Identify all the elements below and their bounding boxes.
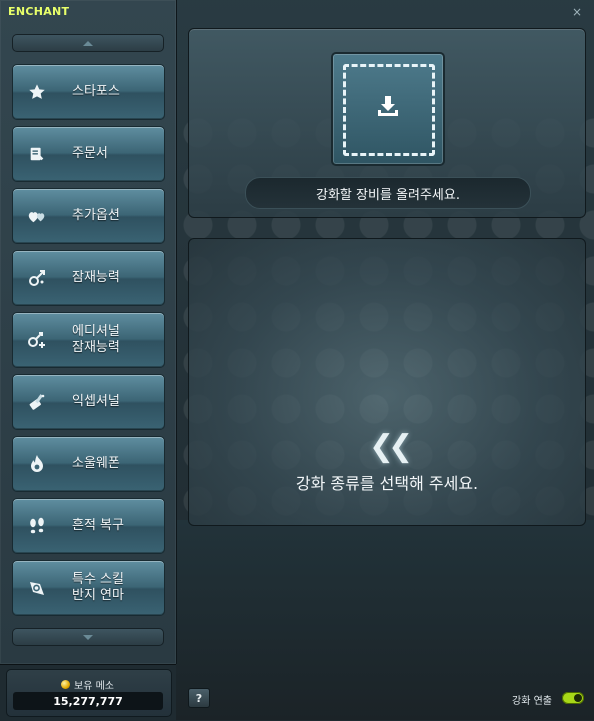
menu-soul-weapon-button[interactable]: 소울웨폰 <box>12 436 165 492</box>
additional-potential-icon <box>26 329 48 351</box>
soul-flame-icon <box>26 453 48 475</box>
enchant-sidebar: ENCHANT 스타포스 주문서 추가옵션 잠재능력 에디셔널 잠재능력 익셉셔… <box>0 0 177 664</box>
enhance-effect-toggle[interactable] <box>562 692 584 704</box>
menu-potential-button[interactable]: 잠재능력 <box>12 250 165 306</box>
scroll-up-button[interactable] <box>12 34 164 52</box>
flame-hearts-icon <box>26 205 48 227</box>
meso-label: 보유 메소 <box>61 677 114 692</box>
menu-label: 익셉셔널 <box>72 394 120 409</box>
menu-label: 잠재능력 <box>72 270 120 285</box>
scroll-icon <box>26 143 48 165</box>
double-chevron-left-icon: ❮❮ <box>369 429 413 464</box>
arrow-down-icon <box>83 634 93 640</box>
upload-icon <box>376 94 400 118</box>
menu-trace-restore-button[interactable]: 흔적 복구 <box>12 498 165 554</box>
menu-label: 스타포스 <box>72 84 120 99</box>
scroll-down-button[interactable] <box>12 628 164 646</box>
menu-special-ring-button[interactable]: 특수 스킬 반지 연마 <box>12 560 165 616</box>
meso-frame: 보유 메소 15,277,777 <box>6 669 172 717</box>
equipment-upload-panel: 강화할 장비를 올려주세요. <box>188 28 586 218</box>
background-lower <box>176 520 594 720</box>
cube-potential-icon <box>26 267 48 289</box>
enchant-type-panel: ❮❮ 강화 종류를 선택해 주세요. <box>188 238 586 526</box>
upload-instruction: 강화할 장비를 올려주세요. <box>245 177 531 209</box>
menu-label: 흔적 복구 <box>72 518 124 533</box>
meso-coin-icon <box>61 680 70 689</box>
arrow-up-icon <box>83 40 93 46</box>
menu-exceptional-button[interactable]: 익셉셔널 <box>12 374 165 430</box>
menu-starforce-button[interactable]: 스타포스 <box>12 64 165 120</box>
star-icon <box>26 81 48 103</box>
toggle-knob <box>574 694 582 702</box>
window-title: ENCHANT <box>8 5 70 18</box>
menu-label: 특수 스킬 반지 연마 <box>72 572 124 603</box>
meso-panel: 보유 메소 15,277,777 <box>0 664 176 721</box>
menu-label: 소울웨폰 <box>72 456 120 471</box>
select-instruction: 강화 종류를 선택해 주세요. <box>295 474 479 493</box>
footprint-icon <box>26 515 48 537</box>
menu-additional-potential-button[interactable]: 에디셔널 잠재능력 <box>12 312 165 368</box>
menu-additional-option-button[interactable]: 추가옵션 <box>12 188 165 244</box>
menu-label: 추가옵션 <box>72 208 120 223</box>
hammer-icon <box>26 391 48 413</box>
help-button[interactable]: ? <box>188 688 210 708</box>
equipment-slot[interactable] <box>331 52 445 166</box>
menu-label: 에디셔널 잠재능력 <box>72 324 120 355</box>
ring-grind-icon <box>26 577 48 599</box>
menu-label: 주문서 <box>72 146 108 161</box>
close-button[interactable]: × <box>570 5 584 19</box>
meso-value: 15,277,777 <box>13 692 163 710</box>
menu-scroll-button[interactable]: 주문서 <box>12 126 165 182</box>
meso-label-text: 보유 메소 <box>74 681 114 692</box>
enhance-effect-label: 강화 연출 <box>512 696 552 707</box>
